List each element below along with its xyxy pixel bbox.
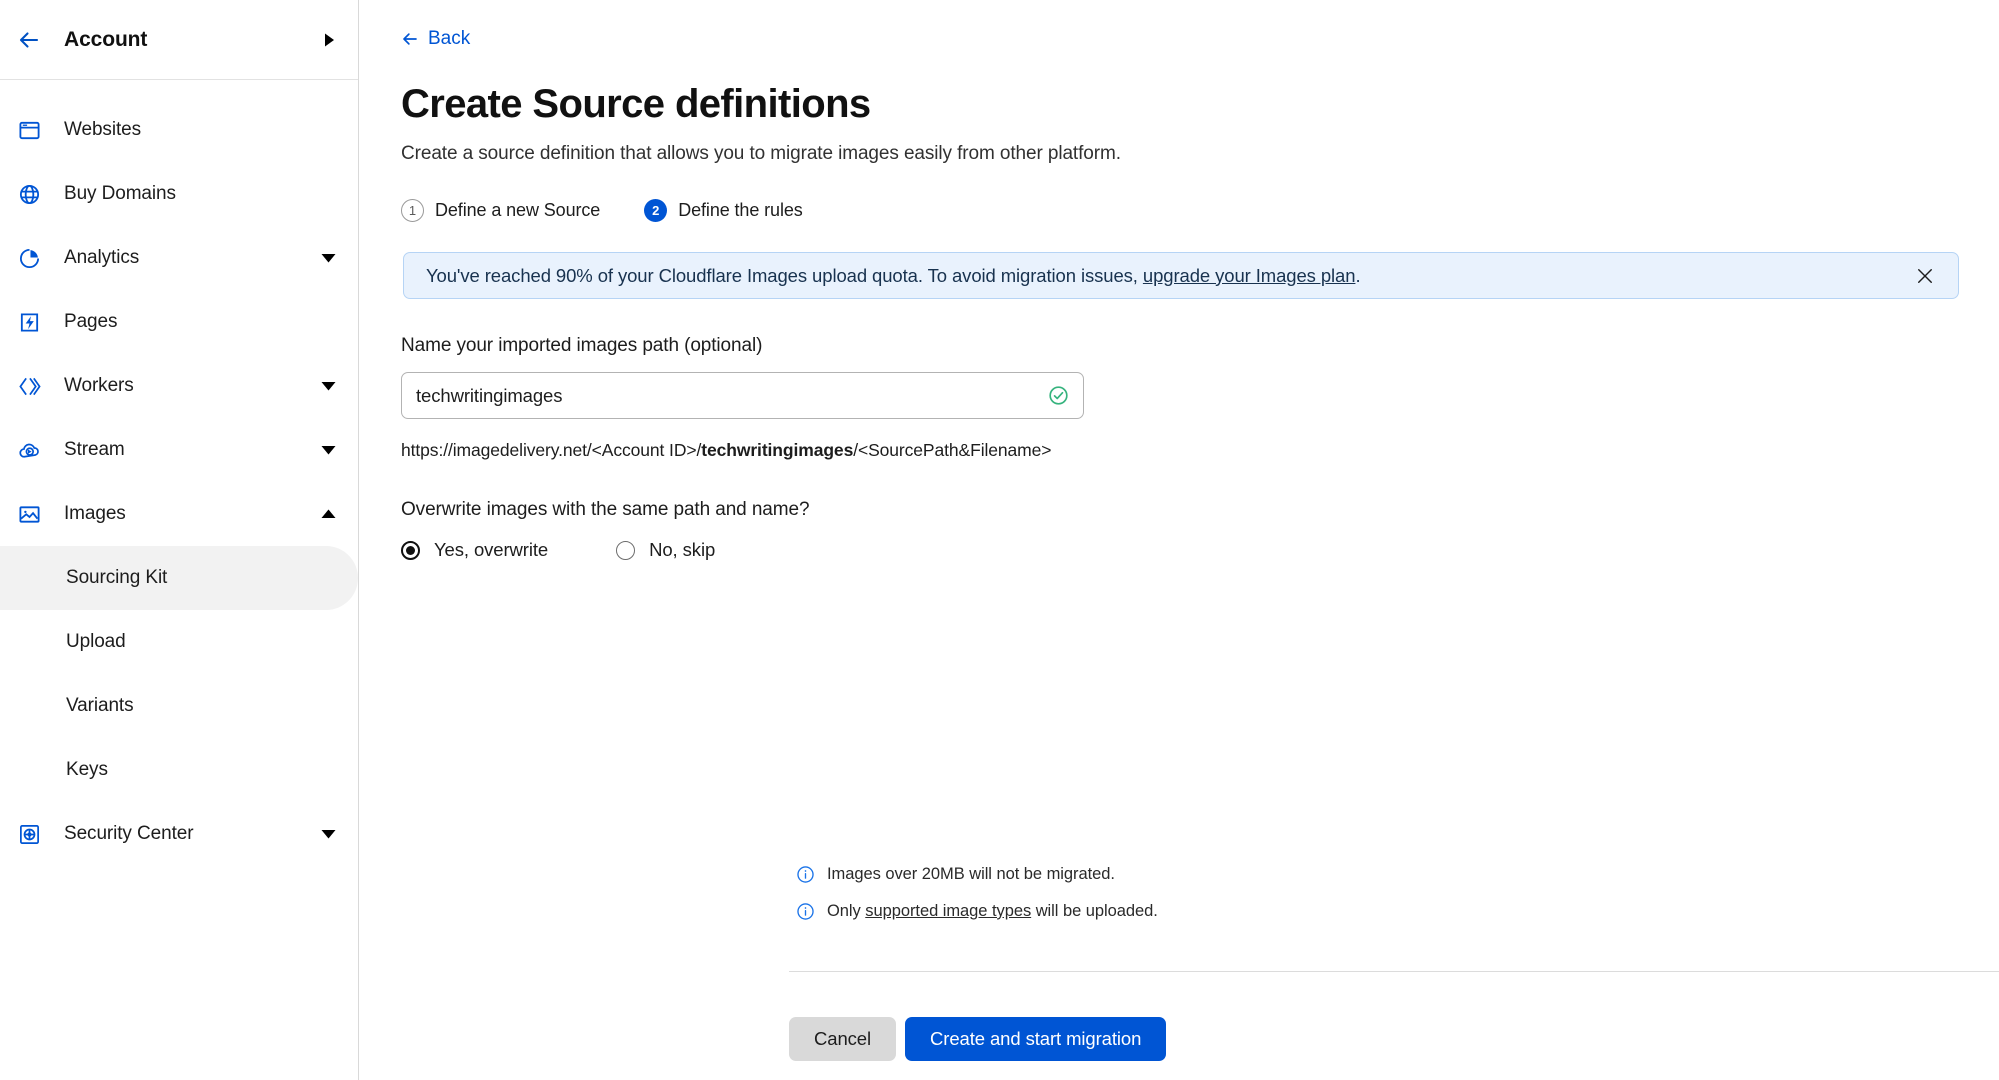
sidebar-item-variants[interactable]: Variants: [0, 674, 358, 738]
cancel-button[interactable]: Cancel: [789, 1017, 896, 1061]
page-title: Create Source definitions: [401, 82, 871, 126]
account-title: Account: [64, 27, 148, 51]
info-circle-icon: [796, 902, 815, 921]
chevron-up-icon[interactable]: [320, 506, 336, 522]
chevron-down-icon[interactable]: [320, 250, 336, 266]
sidebar-item-label: Stream: [64, 439, 125, 460]
page-subtitle: Create a source definition that allows y…: [401, 143, 1121, 164]
note-text: Only supported image types will be uploa…: [827, 902, 1158, 921]
sidebar-subitem-label: Sourcing Kit: [66, 567, 168, 588]
sidebar-item-label: Security Center: [64, 823, 194, 844]
arrow-left-icon: [401, 30, 419, 48]
lightning-page-icon: [16, 309, 42, 335]
security-shield-icon: [16, 821, 42, 847]
quota-banner: You've reached 90% of your Cloudflare Im…: [403, 252, 1959, 299]
url-prefix: https://imagedelivery.net/<Account ID>/: [401, 440, 702, 460]
sidebar-subitem-label: Keys: [66, 759, 108, 780]
path-input-wrapper[interactable]: [401, 372, 1084, 419]
radio-label: Yes, overwrite: [434, 539, 549, 560]
back-link[interactable]: Back: [401, 28, 470, 50]
sidebar-item-label: Analytics: [64, 247, 140, 268]
sidebar: Account Websites Buy Domains Analytics P…: [0, 0, 359, 1080]
notes-list: Images over 20MB will not be migrated. O…: [796, 860, 1158, 926]
step-label: Define the rules: [678, 200, 803, 220]
back-label: Back: [428, 28, 471, 49]
sidebar-item-workers[interactable]: Workers: [0, 354, 358, 418]
arrow-left-icon[interactable]: [16, 27, 42, 53]
path-field-label: Name your imported images path (optional…: [401, 335, 763, 356]
sidebar-item-images[interactable]: Images: [0, 482, 358, 546]
step-indicator: 1 Define a new Source 2 Define the rules: [401, 199, 1959, 222]
main-content: Back Create Source definitions Create a …: [359, 0, 1999, 1080]
note-item: Images over 20MB will not be migrated.: [796, 860, 1158, 889]
sidebar-item-label: Images: [64, 503, 126, 524]
sidebar-nav: Websites Buy Domains Analytics Pages Wor…: [0, 80, 358, 866]
path-input[interactable]: [416, 384, 1047, 407]
note-text: Images over 20MB will not be migrated.: [827, 865, 1115, 883]
caret-right-icon[interactable]: [322, 33, 336, 47]
chevron-down-icon[interactable]: [320, 826, 336, 842]
cloud-play-icon: [16, 437, 42, 463]
app-root: Account Websites Buy Domains Analytics P…: [0, 0, 1999, 1080]
sidebar-item-label: Pages: [64, 311, 118, 332]
supported-image-types-link[interactable]: supported image types: [865, 902, 1031, 920]
sidebar-item-buy-domains[interactable]: Buy Domains: [0, 162, 358, 226]
sidebar-item-upload[interactable]: Upload: [0, 610, 358, 674]
banner-text-after: .: [1355, 264, 1361, 286]
info-circle-icon: [796, 865, 815, 884]
pie-chart-icon: [16, 245, 42, 271]
overwrite-question: Overwrite images with the same path and …: [401, 499, 810, 520]
sidebar-item-pages[interactable]: Pages: [0, 290, 358, 354]
chevron-down-icon[interactable]: [320, 442, 336, 458]
sidebar-item-keys[interactable]: Keys: [0, 738, 358, 802]
radio-dot-icon: [616, 540, 636, 560]
sidebar-item-security-center[interactable]: Security Center: [0, 802, 358, 866]
note-text-after: will be uploaded.: [1031, 902, 1158, 920]
sidebar-item-websites[interactable]: Websites: [0, 98, 358, 162]
radio-yes-overwrite[interactable]: Yes, overwrite: [401, 539, 548, 561]
browser-window-icon: [16, 117, 42, 143]
step-label: Define a new Source: [435, 200, 601, 220]
sidebar-item-sourcing-kit[interactable]: Sourcing Kit: [0, 546, 358, 610]
sidebar-header: Account: [0, 0, 358, 80]
note-text-before: Only: [827, 902, 866, 920]
sidebar-subitem-label: Upload: [66, 631, 126, 652]
url-highlight: techwritingimages: [701, 440, 854, 460]
step-define-the-rules[interactable]: 2 Define the rules: [644, 199, 803, 222]
banner-text-before: You've reached 90% of your Cloudflare Im…: [426, 264, 1143, 286]
workers-icon: [16, 373, 42, 399]
note-item: Only supported image types will be uploa…: [796, 897, 1158, 926]
upgrade-plan-link[interactable]: upgrade your Images plan: [1143, 265, 1356, 286]
footer-actions: Cancel Create and start migration: [789, 1017, 1167, 1061]
chevron-down-icon[interactable]: [320, 378, 336, 394]
sidebar-item-analytics[interactable]: Analytics: [0, 226, 358, 290]
globe-icon: [16, 181, 42, 207]
step-define-new-source[interactable]: 1 Define a new Source: [401, 199, 600, 222]
url-suffix: /<SourcePath&Filename>: [853, 440, 1052, 460]
step-number-badge: 1: [401, 199, 424, 222]
overwrite-radio-group: Yes, overwrite No, skip: [401, 539, 1959, 561]
url-preview: https://imagedelivery.net/<Account ID>/t…: [401, 440, 1959, 461]
radio-no-skip[interactable]: No, skip: [616, 539, 715, 561]
create-and-start-migration-button[interactable]: Create and start migration: [905, 1017, 1167, 1061]
close-icon[interactable]: [1914, 265, 1936, 287]
footer-divider: [789, 971, 1999, 972]
radio-dot-icon: [401, 540, 420, 560]
image-icon: [16, 501, 42, 527]
check-circle-icon: [1047, 385, 1069, 407]
sidebar-item-label: Websites: [64, 119, 141, 140]
radio-label: No, skip: [649, 539, 716, 560]
sidebar-item-label: Workers: [64, 375, 134, 396]
banner-text: You've reached 90% of your Cloudflare Im…: [426, 264, 1361, 287]
sidebar-item-stream[interactable]: Stream: [0, 418, 358, 482]
sidebar-subitem-label: Variants: [66, 695, 134, 716]
step-number-badge: 2: [644, 199, 668, 222]
sidebar-item-label: Buy Domains: [64, 183, 176, 204]
